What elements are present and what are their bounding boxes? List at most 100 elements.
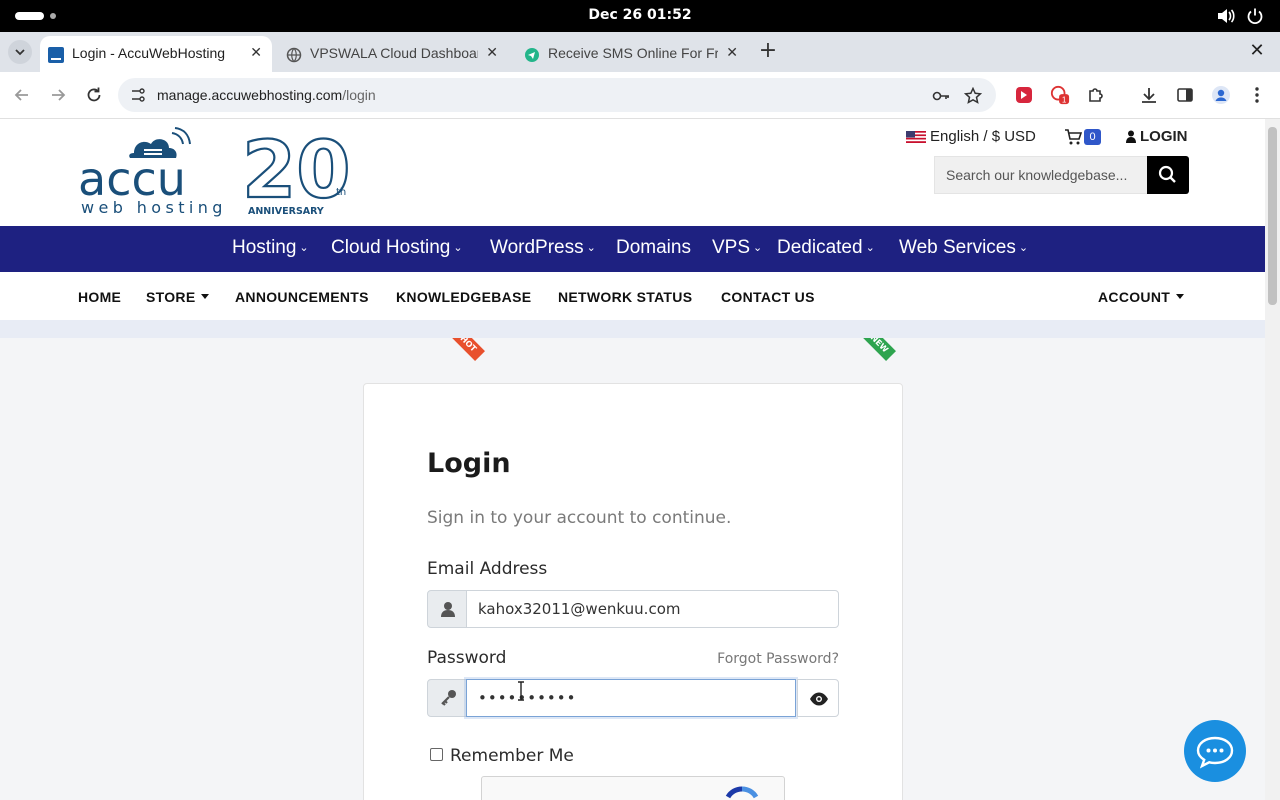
url-path: /login <box>342 87 376 103</box>
password-label: Password <box>427 648 507 668</box>
back-button[interactable] <box>11 84 33 106</box>
live-chat-button[interactable] <box>1184 720 1246 782</box>
email-label: Email Address <box>427 559 548 579</box>
new-tab-button[interactable]: + <box>756 40 780 64</box>
tab-close-icon[interactable]: ✕ <box>250 44 262 61</box>
forgot-password-link[interactable]: Forgot Password? <box>717 651 839 667</box>
tab-accuwebhosting[interactable]: Login - AccuWebHosting ✕ <box>40 36 272 72</box>
subnav-contact-us[interactable]: CONTACT US <box>721 289 815 305</box>
tab-close-icon[interactable]: ✕ <box>486 44 498 61</box>
search-button[interactable] <box>1147 156 1189 194</box>
recaptcha-widget[interactable] <box>481 776 785 800</box>
bookmark-star-icon[interactable] <box>964 87 982 105</box>
nav-cloud-hosting[interactable]: Cloud Hosting ⌄ <box>331 237 463 259</box>
os-top-bar: Dec 26 01:52 <box>0 0 1280 32</box>
chevron-down-icon <box>15 49 25 56</box>
subnav-label: ACCOUNT <box>1098 289 1171 305</box>
show-password-button[interactable] <box>797 679 839 717</box>
subnav-announcements[interactable]: ANNOUNCEMENTS <box>235 289 369 305</box>
window-close-button[interactable]: ✕ <box>1246 40 1268 62</box>
login-card: Login Sign in to your account to continu… <box>363 383 903 800</box>
profile-avatar-icon[interactable] <box>1211 85 1231 105</box>
extension-red-icon[interactable] <box>1014 85 1034 105</box>
tab-receive-sms[interactable]: Receive SMS Online For Free ✕ <box>516 36 748 72</box>
svg-text:th: th <box>336 187 346 198</box>
subnav-store[interactable]: STORE <box>146 289 210 305</box>
remember-me[interactable]: Remember Me <box>430 746 574 766</box>
language-currency-selector[interactable]: English / $ USD <box>930 128 1036 145</box>
nav-label: Dedicated <box>777 237 863 258</box>
chevron-down-icon: ⌄ <box>753 242 763 254</box>
remember-me-checkbox[interactable] <box>430 747 443 761</box>
site-info-icon[interactable] <box>130 87 146 103</box>
subnav-label: STORE <box>146 289 196 305</box>
email-prefix <box>427 590 467 628</box>
user-icon <box>1126 130 1136 143</box>
tab-close-icon[interactable]: ✕ <box>726 44 738 61</box>
login-subtitle: Sign in to your account to continue. <box>427 508 732 528</box>
breadcrumb-band <box>0 320 1265 338</box>
nav-label: Hosting <box>232 237 297 258</box>
nav-hosting[interactable]: Hosting ⌄ <box>232 237 309 259</box>
chevron-down-icon: ⌄ <box>299 242 309 254</box>
scrollbar-thumb[interactable] <box>1268 127 1277 305</box>
tab-title: Receive SMS Online For Free <box>548 45 718 61</box>
chevron-down-icon: ⌄ <box>586 242 596 254</box>
nav-domains[interactable]: Domains <box>616 237 691 259</box>
remember-me-label: Remember Me <box>450 746 574 766</box>
side-panel-icon[interactable] <box>1175 85 1195 105</box>
clock[interactable]: Dec 26 01:52 <box>0 7 1280 23</box>
arrow-left-icon <box>14 89 28 101</box>
address-bar[interactable]: manage.accuwebhosting.com/login <box>118 78 996 112</box>
svg-text:ANNIVERSARY: ANNIVERSARY <box>248 206 324 217</box>
login-title: Login <box>427 448 511 479</box>
subnav-account[interactable]: ACCOUNT <box>1098 289 1185 305</box>
text-cursor-icon <box>518 681 524 701</box>
nav-dedicated[interactable]: Dedicated ⌄ <box>777 237 875 259</box>
email-input-group: kahox32011@wenkuu.com <box>427 590 839 628</box>
page-scrollbar[interactable] <box>1265 119 1280 800</box>
url-host: manage.accuwebhosting.com <box>157 87 343 103</box>
tab-vpswala[interactable]: VPSWALA Cloud Dashboard ✕ <box>278 36 508 72</box>
tab-title: VPSWALA Cloud Dashboard <box>310 45 478 61</box>
nav-vps[interactable]: VPS ⌄ <box>712 237 762 259</box>
extensions-puzzle-icon[interactable] <box>1086 85 1106 105</box>
svg-text:web hosting: web hosting <box>81 198 227 217</box>
browser-tab-strip: Login - AccuWebHosting ✕ VPSWALA Cloud D… <box>0 32 1280 72</box>
nav-label: Domains <box>616 237 691 258</box>
chat-icon <box>1196 736 1234 769</box>
nav-label: VPS <box>712 237 751 258</box>
cart-count-badge[interactable]: 0 <box>1084 129 1101 145</box>
download-icon[interactable] <box>1139 85 1159 105</box>
svg-text:20: 20 <box>242 126 351 216</box>
nav-wordpress[interactable]: WordPress ⌄ <box>490 237 596 259</box>
accuwebhosting-20th-anniversary-logo[interactable]: accu web hosting 20 th ANNIVERSARY <box>78 125 358 220</box>
site-header: accu web hosting 20 th ANNIVERSARY Engli… <box>0 119 1265 226</box>
sms-favicon-icon <box>525 48 539 62</box>
login-link[interactable]: LOGIN <box>1140 128 1188 145</box>
globe-icon <box>286 47 302 63</box>
menu-dots-icon[interactable] <box>1247 85 1267 105</box>
chevron-down-icon: ⌄ <box>865 242 875 254</box>
reload-icon <box>87 87 101 102</box>
subnav-home[interactable]: HOME <box>78 289 121 305</box>
chevron-down-icon: ⌄ <box>1018 242 1029 254</box>
nav-web-services[interactable]: Web Services ⌄ <box>899 237 1028 259</box>
recaptcha-logo-icon <box>725 786 759 799</box>
key-icon <box>441 690 456 706</box>
main-navigation: Hosting ⌄ Cloud Hosting ⌄ HOT WordPress ⌄ D… <box>0 226 1265 361</box>
email-field[interactable]: kahox32011@wenkuu.com <box>466 590 839 628</box>
cart-icon[interactable] <box>1064 128 1082 146</box>
volume-icon[interactable] <box>1216 7 1236 25</box>
knowledgebase-search-input[interactable]: Search our knowledgebase... <box>934 156 1148 194</box>
forward-button[interactable] <box>47 84 69 106</box>
tab-search-button[interactable] <box>8 40 32 64</box>
password-input-group: •••••••••• <box>427 679 839 717</box>
nav-label: Cloud Hosting <box>331 237 451 258</box>
key-icon[interactable] <box>932 87 950 105</box>
extension-badge-icon[interactable]: 1 <box>1050 85 1070 105</box>
reload-button[interactable] <box>83 84 105 106</box>
subnav-knowledgebase[interactable]: KNOWLEDGEBASE <box>396 289 531 305</box>
power-icon[interactable] <box>1246 7 1264 25</box>
subnav-network-status[interactable]: NETWORK STATUS <box>558 289 692 305</box>
